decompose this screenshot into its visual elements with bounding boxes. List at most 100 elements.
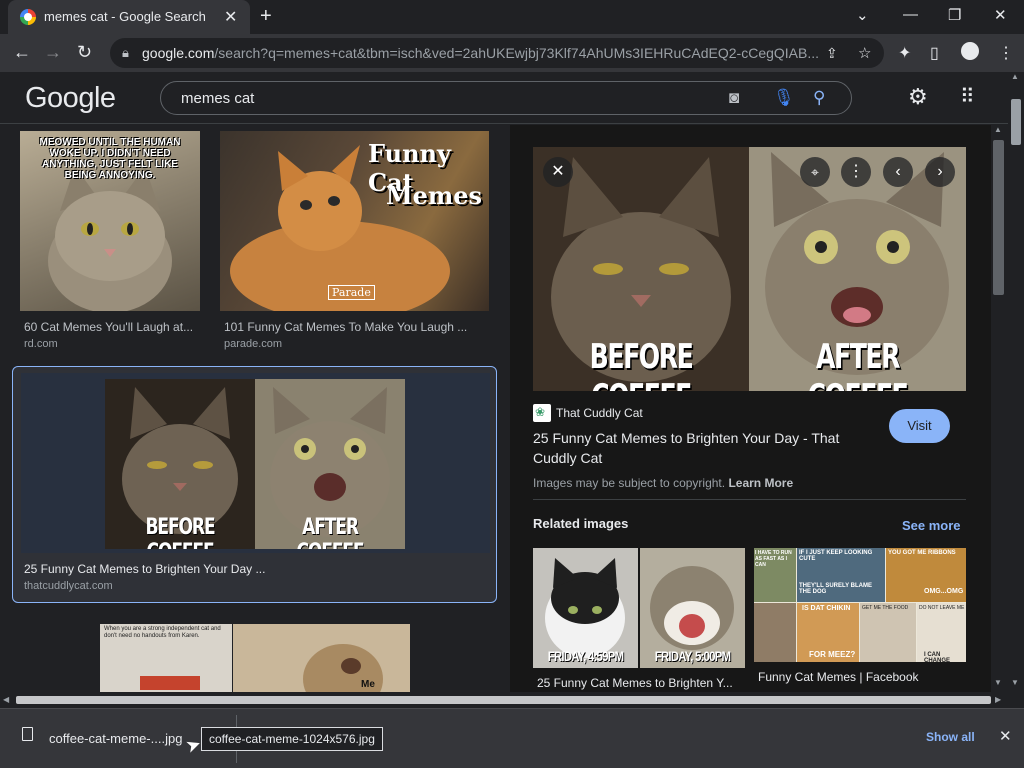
scroll-left-icon[interactable]: ◀ — [3, 695, 9, 704]
apps-grid-icon[interactable]: ⠿ — [960, 84, 975, 109]
bookmark-star-icon[interactable]: ☆ — [858, 44, 871, 62]
reload-icon[interactable]: ↻ — [77, 42, 92, 63]
site-name[interactable]: That Cuddly Cat — [556, 406, 643, 420]
google-header: Google memes cat ◙ 🎙︎ ⚲ ⚙ ⠿ — [0, 72, 1008, 124]
url-host: google.com — [142, 45, 215, 61]
forward-icon[interactable]: → — [44, 42, 62, 63]
page-scrollbar[interactable]: ▲ ▼ — [1008, 72, 1024, 708]
related-image-collage[interactable]: I HAVE TO RUN AS FAST AS I CAN IF I JUST… — [754, 548, 966, 662]
menu-kebab-icon[interactable]: ⋮ — [998, 43, 1014, 63]
close-tab-icon[interactable]: ✕ — [224, 7, 237, 27]
minimize-icon[interactable]: — — [903, 6, 918, 23]
collage-text: DO NOT LEAVE ME — [919, 605, 965, 611]
horizontal-scrollbar[interactable]: ◀ ▶ — [0, 692, 1008, 708]
new-tab-icon[interactable]: + — [260, 5, 272, 28]
lens-search-icon[interactable]: ⌖ — [800, 157, 830, 187]
collage-text: I CAN CHANGE — [924, 652, 951, 662]
profile-icon[interactable] — [961, 42, 979, 60]
download-bar: coffee-cat-meme-....jpg coffee-cat-meme-… — [0, 708, 1024, 768]
result-caption[interactable]: 25 Funny Cat Memes to Brighten Your Day … — [24, 562, 474, 576]
scroll-thumb[interactable] — [1011, 99, 1021, 145]
tab-title: memes cat - Google Search — [44, 9, 206, 24]
before-coffee-text: BEFORE COFFEE — [145, 515, 215, 549]
address-bar[interactable]: 🔒︎ google.com/search?q=memes+cat&tbm=isc… — [110, 38, 884, 68]
preview-scrollbar[interactable]: ▲ ▼ — [991, 125, 1008, 692]
collage-text: FOR MEEZ? — [809, 650, 856, 659]
settings-gear-icon[interactable]: ⚙ — [908, 84, 928, 110]
collage-text: THEY'LL SURELY BLAME THE DOG — [799, 583, 872, 595]
tab-search-chevron-icon[interactable]: ⌄ — [856, 6, 869, 24]
extensions-icon[interactable]: ✦ — [898, 43, 911, 63]
see-more-link[interactable]: See more — [902, 518, 961, 533]
after-coffee-text: AFTER COFFEE — [296, 515, 364, 549]
search-input[interactable]: memes cat — [181, 90, 254, 107]
close-download-bar-icon[interactable]: ✕ — [999, 727, 1012, 745]
back-icon[interactable]: ← — [13, 42, 31, 63]
friday-500-text: FRIDAY, 5:00PM — [654, 648, 731, 664]
learn-more-link[interactable]: Learn More — [728, 476, 793, 490]
scroll-thumb[interactable] — [993, 140, 1004, 295]
microphone-icon[interactable]: 🎙︎ — [773, 88, 795, 108]
scroll-up-icon[interactable]: ▲ — [994, 125, 1002, 134]
result-source[interactable]: parade.com — [224, 338, 282, 350]
result-thumbnail[interactable]: MEOWED UNTIL THE HUMAN WOKE UP. I DIDN'T… — [20, 131, 200, 311]
meme-text-2: Me — [361, 679, 375, 690]
scroll-down-icon[interactable]: ▼ — [994, 678, 1002, 687]
scroll-right-icon[interactable]: ▶ — [995, 695, 1001, 704]
browser-toolbar: ← → ↻ 🔒︎ google.com/search?q=memes+cat&t… — [0, 34, 1024, 72]
paw-icon: ❀ — [535, 405, 546, 419]
scroll-up-icon[interactable]: ▲ — [1011, 72, 1019, 81]
side-panel-icon[interactable]: ▯ — [930, 43, 939, 63]
previous-icon[interactable]: ‹ — [883, 157, 913, 187]
share-icon[interactable]: ⇪ — [826, 45, 838, 62]
meme-text: When you are a strong independent cat an… — [104, 626, 221, 639]
more-options-icon[interactable]: ⋮ — [841, 157, 871, 187]
download-file-name: coffee-cat-meme-....jpg — [49, 731, 183, 746]
result-caption[interactable]: 101 Funny Cat Memes To Make You Laugh ..… — [224, 320, 489, 334]
result-thumbnail-2[interactable]: Me — [233, 624, 410, 692]
search-icon[interactable]: ⚲ — [813, 88, 825, 108]
lock-icon[interactable]: 🔒︎ — [122, 45, 129, 61]
window-close-icon[interactable]: ✕ — [994, 6, 1007, 24]
collage-text: IF I JUST KEEP LOOKING CUTE — [799, 550, 873, 562]
copyright-notice: Images may be subject to copyright. Lear… — [533, 476, 793, 490]
after-coffee-image[interactable]: AFTER COFFEE — [255, 379, 405, 549]
related-image-friday-459[interactable]: FRIDAY, 4:59PM — [533, 548, 638, 668]
close-preview-icon[interactable]: ✕ — [543, 157, 573, 187]
image-preview-panel: BEFORE COFFEE AFTER COFFEE ✕ ⌖ ⋮ ‹ › ❀ T… — [510, 125, 991, 692]
result-source[interactable]: thatcuddlycat.com — [24, 580, 113, 592]
visit-button[interactable]: Visit — [889, 409, 950, 443]
related-caption[interactable]: 25 Funny Cat Memes to Brighten Y... — [537, 676, 747, 690]
tab-google-search[interactable]: memes cat - Google Search ✕ — [8, 0, 250, 34]
result-thumbnail[interactable]: Funny Cat Memes Parade — [220, 131, 489, 311]
next-icon[interactable]: › — [925, 157, 955, 187]
url-path: /search?q=memes+cat&tbm=isch&ved=2ahUKEw… — [214, 45, 820, 61]
meme-title-2: Memes — [386, 181, 483, 210]
related-images-heading: Related images — [533, 516, 629, 531]
result-thumbnail[interactable]: When you are a strong independent cat an… — [100, 624, 232, 692]
camera-search-icon[interactable]: ◙ — [729, 88, 739, 108]
file-icon — [22, 727, 33, 741]
show-all-button[interactable]: Show all — [926, 730, 975, 744]
result-source[interactable]: rd.com — [24, 338, 58, 350]
cat-image — [303, 644, 383, 692]
related-caption[interactable]: Funny Cat Memes | Facebook — [758, 670, 966, 684]
search-box[interactable]: memes cat ◙ 🎙︎ ⚲ — [160, 81, 852, 115]
tab-strip: memes cat - Google Search ✕ + ⌄ — ❐ ✕ — [0, 0, 1024, 34]
url-text: google.com/search?q=memes+cat&tbm=isch&v… — [142, 45, 822, 61]
before-coffee-image[interactable]: BEFORE COFFEE — [105, 379, 255, 549]
scroll-thumb[interactable] — [16, 696, 991, 704]
friday-459-text: FRIDAY, 4:59PM — [547, 648, 624, 664]
google-favicon-icon — [20, 9, 36, 25]
parade-watermark: Parade — [328, 285, 375, 300]
result-caption[interactable]: 60 Cat Memes You'll Laugh at... — [24, 320, 200, 334]
scroll-down-icon[interactable]: ▼ — [1011, 678, 1019, 687]
meme-text: MEOWED UNTIL THE HUMAN WOKE UP. I DIDN'T… — [39, 137, 181, 181]
preview-title[interactable]: 25 Funny Cat Memes to Brighten Your Day … — [533, 428, 873, 468]
related-image-friday-500[interactable]: FRIDAY, 5:00PM — [640, 548, 745, 668]
google-logo[interactable]: Google — [25, 82, 116, 115]
copyright-text: Images may be subject to copyright. — [533, 476, 726, 490]
selected-result-card[interactable]: BEFORE COFFEE AFTER COFFEE 25 Funny Cat … — [12, 366, 497, 603]
restore-icon[interactable]: ❐ — [948, 6, 961, 24]
file-name-tooltip: coffee-cat-meme-1024x576.jpg — [201, 727, 383, 751]
